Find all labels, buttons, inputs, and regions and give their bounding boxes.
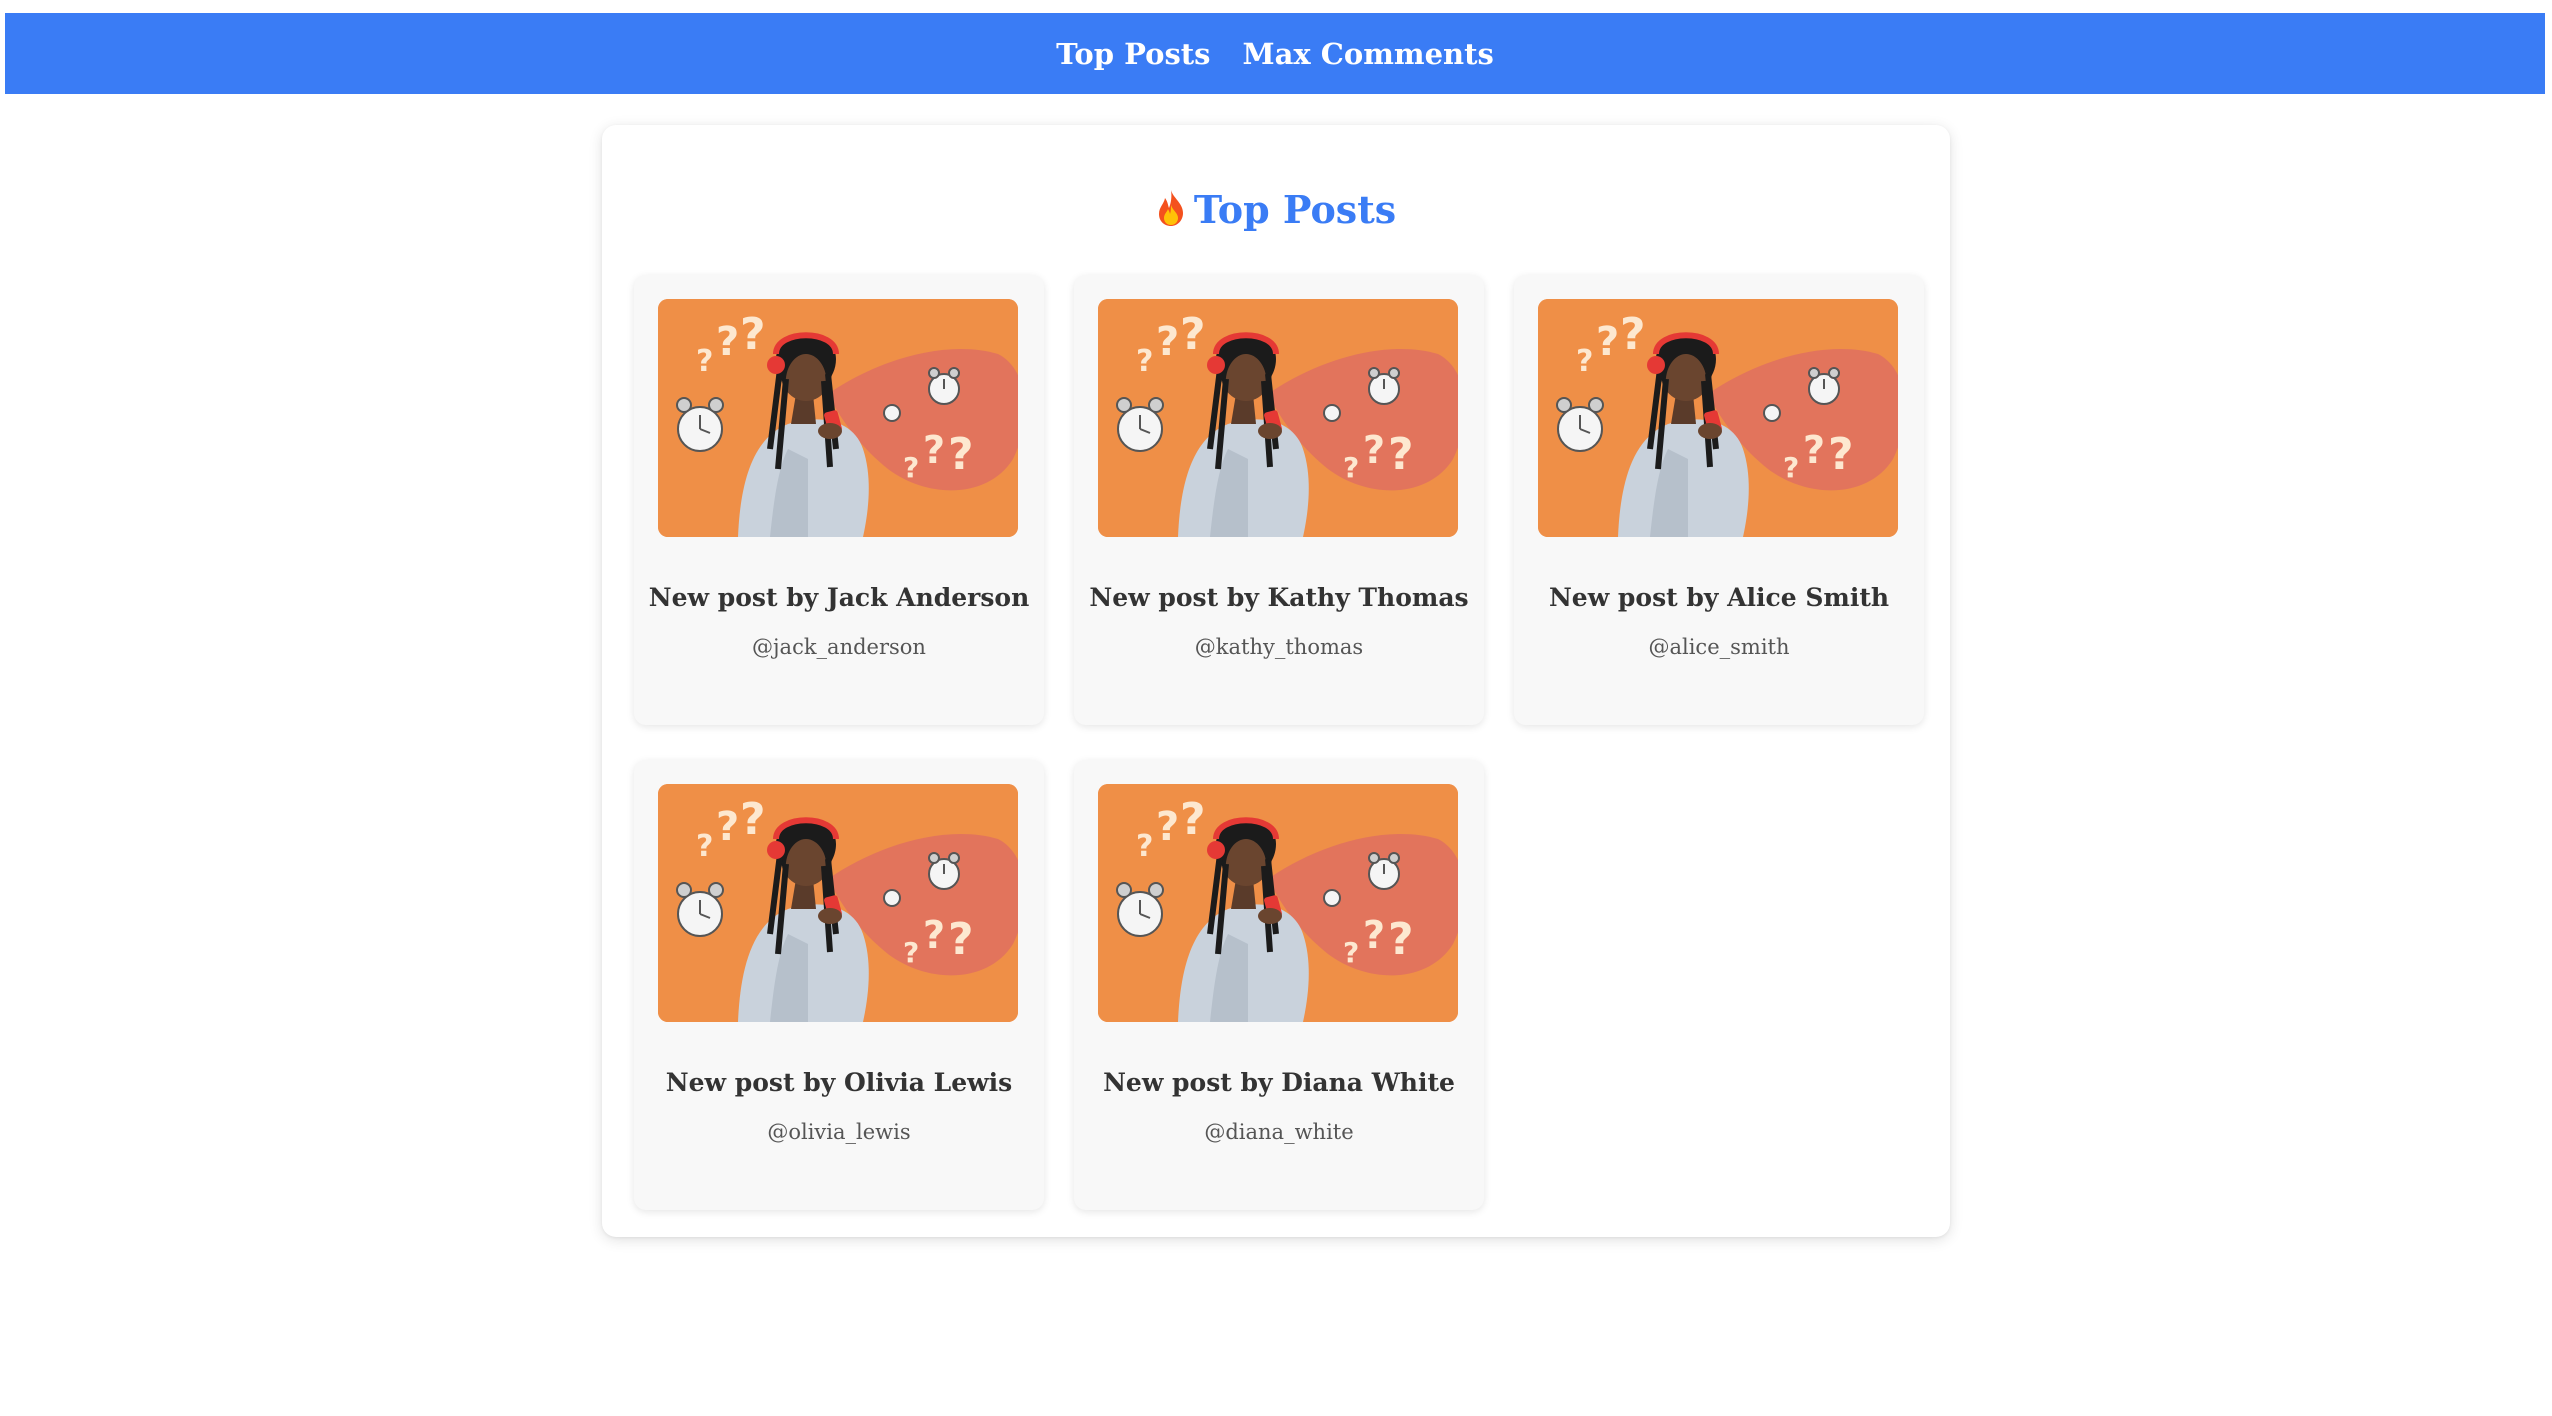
top-posts-panel: Top Posts ? ? ? ? ? ? New post by Jack A… (602, 125, 1950, 1237)
post-author-handle: @alice_smith (1648, 635, 1790, 659)
svg-text:?: ? (1180, 309, 1206, 360)
post-author-handle: @olivia_lewis (767, 1120, 911, 1144)
svg-text:?: ? (1180, 794, 1206, 845)
svg-text:?: ? (948, 914, 974, 965)
post-thumbnail[interactable]: ? ? ? ? ? ? (658, 784, 1018, 1022)
post-title[interactable]: New post by Alice Smith (1514, 583, 1924, 612)
svg-text:?: ? (740, 794, 766, 845)
post-thumbnail[interactable]: ? ? ? ? ? ? (1098, 784, 1458, 1022)
svg-text:?: ? (1363, 428, 1385, 472)
post-title[interactable]: New post by Kathy Thomas (1074, 583, 1484, 612)
post-title[interactable]: New post by Diana White (1074, 1068, 1484, 1097)
top-navbar: Top Posts Max Comments (5, 13, 2545, 94)
svg-text:?: ? (1596, 319, 1619, 365)
post-author-handle: @diana_white (1204, 1120, 1354, 1144)
post-card[interactable]: ? ? ? ? ? ? New post b (1074, 275, 1484, 725)
svg-text:?: ? (903, 451, 919, 484)
post-title[interactable]: New post by Jack Anderson (634, 583, 1044, 612)
page-title: Top Posts (602, 187, 1950, 236)
post-thumbnail[interactable]: ? ? ? ? ? ? (1538, 299, 1898, 537)
post-card[interactable]: ? ? ? ? ? ? New post b (634, 760, 1044, 1210)
svg-text:?: ? (716, 804, 739, 850)
post-thumbnail[interactable]: ? ? ? ? ? ? (658, 299, 1018, 537)
svg-text:?: ? (1363, 913, 1385, 957)
svg-text:?: ? (1343, 451, 1359, 484)
svg-text:?: ? (1343, 936, 1359, 969)
post-card[interactable]: ? ? ? ? ? ? New post b (1074, 760, 1484, 1210)
page-title-text: Top Posts (1193, 187, 1397, 232)
svg-text:?: ? (1136, 344, 1153, 379)
post-card[interactable]: ? ? ? ? ? ? New post b (1514, 275, 1924, 725)
svg-text:?: ? (1783, 451, 1799, 484)
svg-text:?: ? (1620, 309, 1646, 360)
svg-text:?: ? (1803, 428, 1825, 472)
svg-text:?: ? (923, 913, 945, 957)
post-author-handle: @kathy_thomas (1194, 635, 1364, 659)
svg-text:?: ? (1136, 829, 1153, 864)
fire-icon (1156, 189, 1186, 236)
post-thumbnail[interactable]: ? ? ? ? ? ? (1098, 299, 1458, 537)
svg-text:?: ? (1388, 429, 1414, 480)
post-card[interactable]: ? ? ? ? ? ? New post b (634, 275, 1044, 725)
svg-text:?: ? (1828, 429, 1854, 480)
svg-text:?: ? (716, 319, 739, 365)
svg-text:?: ? (903, 936, 919, 969)
svg-text:?: ? (1156, 804, 1179, 850)
svg-text:?: ? (740, 309, 766, 360)
svg-text:?: ? (696, 344, 713, 379)
svg-text:?: ? (1156, 319, 1179, 365)
svg-text:?: ? (1388, 914, 1414, 965)
post-title[interactable]: New post by Olivia Lewis (634, 1068, 1044, 1097)
svg-text:?: ? (1576, 344, 1593, 379)
svg-text:?: ? (948, 429, 974, 480)
nav-link-top-posts[interactable]: Top Posts (1056, 37, 1210, 71)
nav-link-max-comments[interactable]: Max Comments (1243, 37, 1494, 71)
post-author-handle: @jack_anderson (752, 635, 926, 659)
svg-text:?: ? (923, 428, 945, 472)
svg-text:?: ? (696, 829, 713, 864)
